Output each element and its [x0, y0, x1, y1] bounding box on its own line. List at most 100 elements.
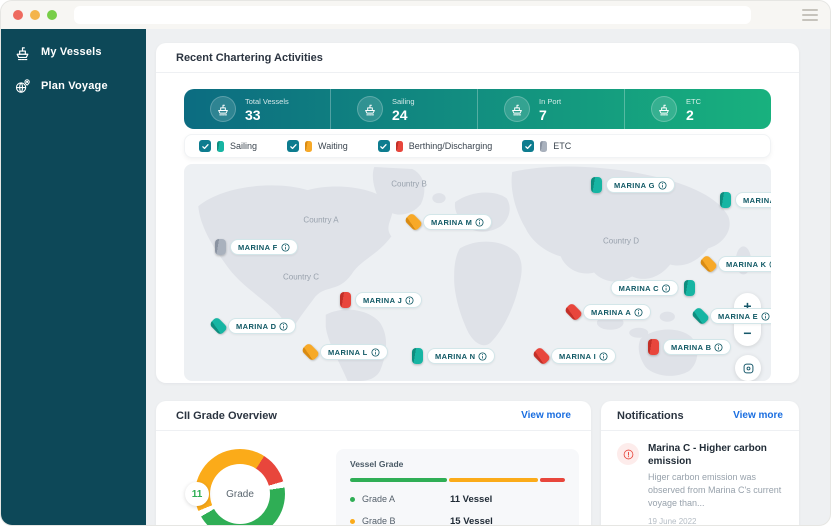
url-bar[interactable]: [74, 6, 751, 24]
checkbox-checked[interactable]: [377, 140, 390, 152]
vessel-marker-marina-f[interactable]: [214, 239, 226, 255]
sidebar: My Vessels Plan Voyage: [1, 29, 146, 525]
country-label-country-a: Country A: [303, 215, 339, 225]
vessel-label-marina-b[interactable]: MARINA B: [663, 339, 732, 355]
notifications-panel: Notifications View more Marina C - Highe…: [601, 401, 799, 525]
filter-label: Waiting: [318, 141, 348, 151]
map-filters-bar: Sailing Waiting Berthing/Discharging ETC: [184, 134, 771, 158]
vessel-label-marina-h[interactable]: MARINA H: [735, 192, 771, 208]
info-icon: [405, 295, 414, 305]
ship-icon: [210, 96, 236, 122]
vessel-label-marina-n[interactable]: MARINA N: [427, 348, 496, 364]
info-icon: [658, 180, 667, 190]
traffic-light-minimize-button[interactable]: [30, 10, 40, 20]
vessel-marker-marina-h[interactable]: [719, 192, 731, 208]
filter-label: Sailing: [230, 141, 258, 151]
vessel-label-marina-d[interactable]: MARINA D: [228, 318, 297, 334]
chartering-panel-title: Recent Chartering Activities: [176, 51, 323, 64]
cii-legend-title: Vessel Grade: [350, 459, 404, 469]
checkbox-checked[interactable]: [199, 140, 211, 152]
checkbox-checked[interactable]: [287, 140, 300, 152]
checkbox-checked[interactable]: [522, 140, 535, 152]
vessel-name: MARINA K: [726, 259, 767, 269]
donut-value-badge: 11: [185, 482, 209, 506]
filter-sailing[interactable]: Sailing: [199, 140, 257, 152]
notification-title: Marina C - Higher carbon emission: [648, 443, 767, 467]
vessel-name: MARINA A: [591, 307, 632, 317]
sidebar-item-my-vessels[interactable]: My Vessels: [1, 35, 146, 69]
ship-icon: [504, 96, 530, 122]
info-icon: [475, 217, 484, 227]
main-content: Recent Chartering Activities Total Vesse…: [146, 29, 830, 526]
ship-icon: [357, 96, 383, 122]
stat-value: 2: [686, 106, 694, 123]
vessel-marker-marina-j[interactable]: [339, 292, 351, 308]
stat-text: Total Vessels 33: [245, 97, 289, 122]
vessel-label-marina-i[interactable]: MARINA I: [551, 348, 617, 364]
stat-value: 33: [245, 106, 261, 123]
vessel-label-marina-c[interactable]: MARINA C: [610, 280, 679, 296]
chartering-panel-header: Recent Chartering Activities: [156, 43, 799, 73]
vessel-marker-marina-n[interactable]: [411, 348, 423, 364]
vessel-marker-marina-c[interactable]: [683, 280, 695, 296]
sidebar-item-plan-voyage[interactable]: Plan Voyage: [1, 69, 146, 103]
filter-waiting[interactable]: Waiting: [287, 140, 348, 152]
grade-count: 11 Vessel: [450, 493, 493, 505]
stat-in-port: In Port 7: [477, 89, 624, 129]
stat-label: Sailing: [392, 96, 415, 106]
traffic-light-close-button[interactable]: [13, 10, 23, 20]
cii-panel-title: CII Grade Overview: [176, 409, 277, 422]
map-recenter-button[interactable]: [735, 355, 761, 381]
vessel-map[interactable]: + − Country B Country A Country C Country D…: [184, 164, 771, 381]
stat-value: 7: [539, 106, 547, 123]
info-icon: [714, 342, 723, 352]
vessel-label-marina-e[interactable]: MARINA E: [710, 308, 771, 324]
vessel-name: MARINA B: [671, 342, 712, 352]
browser-window: My Vessels Plan Voyage Recent Chartering …: [0, 0, 831, 526]
vessel-marker-marina-g[interactable]: [590, 177, 602, 193]
filter-berthing-discharging[interactable]: Berthing/Discharging: [377, 140, 492, 152]
grade-count: 15 Vessel: [450, 515, 493, 526]
grade-bar-segment: [539, 478, 565, 482]
info-icon: [281, 242, 290, 252]
notification-content: Marina C - Higher carbon emission Higer c…: [648, 443, 783, 525]
grade-bar-segment: [449, 478, 538, 482]
vessel-label-marina-f[interactable]: MARINA F: [230, 239, 298, 255]
grade-dot: [350, 518, 355, 524]
vessel-name: MARINA F: [238, 242, 278, 252]
grade-name: Grade A: [362, 494, 396, 504]
vessel-label-marina-a[interactable]: MARINA A: [583, 304, 652, 320]
cii-view-more-link[interactable]: View more: [521, 410, 571, 421]
info-icon: [599, 351, 608, 361]
ship-icon: [14, 44, 31, 61]
notifications-view-more-link[interactable]: View more: [733, 410, 783, 421]
recenter-icon: [743, 363, 753, 373]
vessel-name: MARINA G: [614, 180, 655, 190]
vessel-marker-icon: [217, 140, 224, 152]
notification-item[interactable]: Marina C - Higher carbon emission Higer c…: [617, 443, 783, 525]
country-label-country-d: Country D: [602, 236, 640, 246]
info-icon: [279, 321, 288, 331]
traffic-light-expand-button[interactable]: [47, 10, 57, 20]
stat-label: Total Vessels: [245, 96, 289, 106]
browser-titlebar: [1, 1, 830, 29]
vessel-name: MARINA C: [618, 283, 659, 293]
vessel-label-marina-k[interactable]: MARINA K: [718, 256, 771, 272]
stat-text: Sailing 24: [392, 97, 415, 122]
grade-legend-row: Grade B 15 Vessel: [350, 515, 565, 526]
sidebar-item-label: My Vessels: [41, 46, 102, 58]
filter-etc[interactable]: ETC: [522, 140, 571, 152]
ship-icon: [651, 96, 677, 122]
notification-body: Higer carbon emission was observed from …: [648, 472, 782, 509]
donut-center-label: Grade: [226, 488, 254, 500]
vessel-label-marina-g[interactable]: MARINA G: [606, 177, 675, 193]
vessel-marker-marina-b[interactable]: [647, 339, 659, 355]
stat-text: In Port 7: [539, 97, 561, 122]
vessel-label-marina-j[interactable]: MARINA J: [355, 292, 423, 308]
vessel-label-marina-l[interactable]: MARINA L: [320, 344, 388, 360]
info-icon: [371, 347, 380, 357]
vessel-marker-icon: [540, 140, 548, 152]
vessel-label-marina-m[interactable]: MARINA M: [423, 214, 493, 230]
globe-pin-icon: [14, 78, 31, 95]
menu-icon[interactable]: [802, 9, 818, 21]
